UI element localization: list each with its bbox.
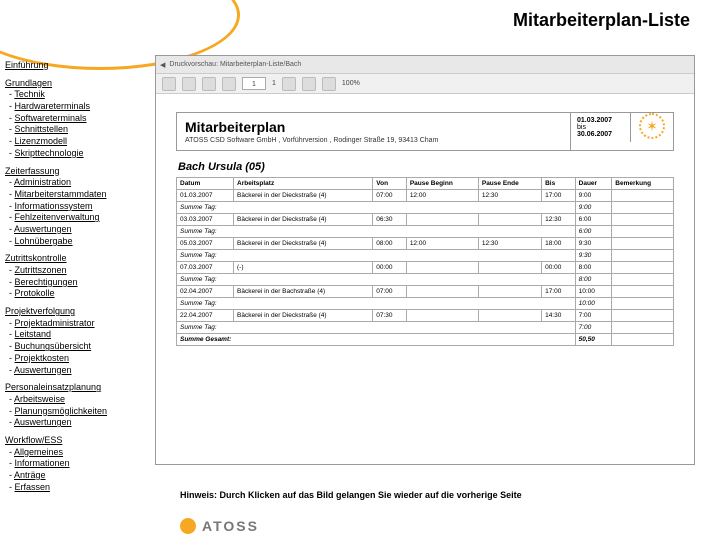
nav-item[interactable]: Auswertungen: [14, 365, 72, 375]
col-header: Datum: [177, 178, 234, 190]
col-header: Pause Ende: [478, 178, 541, 190]
nav-item[interactable]: Informationssystem: [15, 201, 93, 211]
table-row: Summe Gesamt:50,50: [177, 334, 674, 346]
nav-item[interactable]: Erfassen: [15, 482, 51, 492]
logo-icon: [180, 518, 196, 534]
employee-name: Bach Ursula (05): [178, 161, 674, 173]
save-icon[interactable]: [182, 77, 196, 91]
table-row: 05.03.2007Bäckerei in der Dieckstraße (4…: [177, 238, 674, 250]
nav-item[interactable]: Arbeitsweise: [14, 394, 65, 404]
preview-tab[interactable]: Druckvorschau: Mitarbeiterplan-Liste/Bac…: [169, 61, 301, 68]
nav-item[interactable]: Hardwareterminals: [15, 101, 91, 111]
hint-text: Hinweis: Durch Klicken auf das Bild gela…: [180, 490, 522, 500]
last-page-icon[interactable]: [302, 77, 316, 91]
table-row: 03.03.2007Bäckerei in der Dieckstraße (4…: [177, 214, 674, 226]
print-icon[interactable]: [162, 77, 176, 91]
nav-section-0[interactable]: Grundlagen: [5, 78, 52, 88]
doc-subtitle: ATOSS CSD Software GmbH , Vorführversion…: [185, 137, 562, 144]
first-page-icon[interactable]: [202, 77, 216, 91]
doc-header-icon: ✶: [631, 113, 673, 139]
nav-item[interactable]: Leitstand: [15, 329, 52, 339]
nav-item[interactable]: Projektkosten: [15, 353, 70, 363]
nav-item[interactable]: Fehlzeitenverwaltung: [15, 212, 100, 222]
table-row: Summe Tag:7:00: [177, 322, 674, 334]
col-header: Arbeitsplatz: [234, 178, 373, 190]
col-header: Von: [373, 178, 407, 190]
table-row: Summe Tag:6:00: [177, 226, 674, 238]
zoom-value: 100%: [342, 80, 360, 87]
prev-page-icon[interactable]: [222, 77, 236, 91]
nav-section-3[interactable]: Projektverfolgung: [5, 306, 75, 316]
nav-item[interactable]: Protokolle: [15, 288, 55, 298]
table-row: Summe Tag:9:00: [177, 202, 674, 214]
nav-item[interactable]: Lohnübergabe: [15, 236, 73, 246]
nav-item[interactable]: Lizenzmodell: [15, 136, 68, 146]
side-nav: Einführung GrundlagenTechnik Hardwareterm…: [5, 60, 150, 499]
table-row: 22.04.2007Bäckerei in der Dieckstraße (4…: [177, 310, 674, 322]
nav-intro[interactable]: Einführung: [5, 60, 49, 70]
nav-item[interactable]: Planungsmöglichkeiten: [15, 406, 108, 416]
nav-item[interactable]: Auswertungen: [14, 417, 72, 427]
print-preview[interactable]: ◀ Druckvorschau: Mitarbeiterplan-Liste/B…: [155, 55, 695, 465]
col-header: Pause Beginn: [406, 178, 478, 190]
col-header: Bemerkung: [612, 178, 674, 190]
next-page-icon[interactable]: [282, 77, 296, 91]
table-row: Summe Tag:10:00: [177, 298, 674, 310]
plan-table: DatumArbeitsplatzVonPause BeginnPause En…: [176, 177, 674, 346]
nav-item[interactable]: Anträge: [14, 470, 46, 480]
nav-item[interactable]: Allgemeines: [14, 447, 63, 457]
nav-section-4[interactable]: Personaleinsatzplanung: [5, 382, 101, 392]
nav-item[interactable]: Auswertungen: [14, 224, 72, 234]
preview-body: Mitarbeiterplan ATOSS CSD Software GmbH …: [156, 94, 694, 464]
footer-brand: ATOSS: [202, 518, 259, 534]
nav-item[interactable]: Softwareterminals: [15, 113, 87, 123]
page-title: Mitarbeiterplan-Liste: [513, 10, 690, 31]
col-header: Bis: [542, 178, 576, 190]
nav-section-1[interactable]: Zeiterfassung: [5, 166, 60, 176]
nav-item[interactable]: Buchungsübersicht: [15, 341, 92, 351]
col-header: Dauer: [575, 178, 612, 190]
preview-tabbar: ◀ Druckvorschau: Mitarbeiterplan-Liste/B…: [156, 56, 694, 74]
person-icon: ✶: [639, 113, 665, 139]
nav-section-5[interactable]: Workflow/ESS: [5, 435, 62, 445]
table-row: 07.03.2007(-)00:0000:008:00: [177, 262, 674, 274]
nav-item[interactable]: Technik: [14, 89, 45, 99]
nav-item[interactable]: Informationen: [15, 458, 70, 468]
doc-dates: 01.03.2007 bis 30.06.2007: [571, 113, 631, 142]
doc-header: Mitarbeiterplan ATOSS CSD Software GmbH …: [176, 112, 674, 151]
table-row: 02.04.2007Bäckerei in der Bachstraße (4)…: [177, 286, 674, 298]
footer: ATOSS: [180, 518, 259, 534]
nav-item[interactable]: Administration: [14, 177, 71, 187]
nav-item[interactable]: Skripttechnologie: [15, 148, 84, 158]
preview-toolbar: 1 1 100%: [156, 74, 694, 94]
nav-item[interactable]: Projektadministrator: [15, 318, 95, 328]
page-total: 1: [272, 80, 276, 87]
table-row: Summe Tag:8:00: [177, 274, 674, 286]
nav-section-2[interactable]: Zutrittskontrolle: [5, 253, 67, 263]
page-input[interactable]: 1: [242, 77, 266, 90]
table-row: 01.03.2007Bäckerei in der Dieckstraße (4…: [177, 190, 674, 202]
table-row: Summe Tag:9:30: [177, 250, 674, 262]
doc-title: Mitarbeiterplan: [185, 119, 562, 135]
nav-item[interactable]: Zutrittszonen: [15, 265, 67, 275]
nav-item[interactable]: Berechtigungen: [15, 277, 78, 287]
zoom-icon[interactable]: [322, 77, 336, 91]
back-icon[interactable]: ◀: [160, 61, 165, 69]
nav-item[interactable]: Schnittstellen: [15, 124, 69, 134]
nav-item[interactable]: Mitarbeiterstammdaten: [15, 189, 107, 199]
